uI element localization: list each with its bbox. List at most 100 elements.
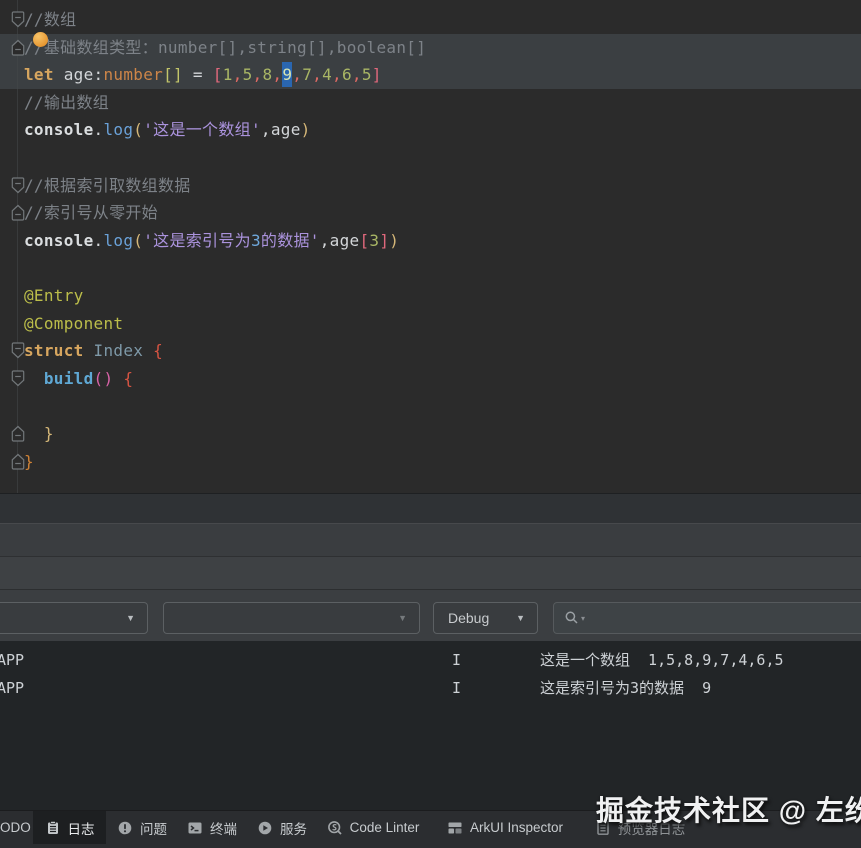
- code-line[interactable]: //索引号从零开始: [24, 199, 854, 227]
- code-line[interactable]: [24, 254, 854, 282]
- code-token: ,: [272, 65, 283, 85]
- editor-bottom-strip: [0, 493, 861, 523]
- gutter-divider: [17, 0, 18, 493]
- code-token: build: [43, 368, 94, 388]
- code-token: //根据索引取数组数据: [24, 175, 191, 195]
- code-token: 7: [302, 65, 313, 85]
- code-token: log: [103, 230, 134, 250]
- code-token: }: [43, 423, 54, 443]
- code-token: ): [389, 230, 400, 250]
- log-search-input[interactable]: ▾: [553, 602, 861, 634]
- fold-marker-down-icon[interactable]: [11, 342, 25, 359]
- code-token: 8: [262, 65, 273, 85]
- fold-marker-up-icon[interactable]: [11, 204, 25, 221]
- code-line[interactable]: console.log('这是一个数组',age): [24, 116, 854, 144]
- process-dropdown[interactable]: ▼: [163, 602, 420, 634]
- code-token: [: [359, 230, 370, 250]
- fold-marker-down-icon[interactable]: [11, 11, 25, 28]
- code-line[interactable]: let age:number[] = [1,5,8,9,7,4,6,5]: [24, 61, 854, 89]
- terminal-icon: [188, 822, 202, 833]
- code-line[interactable]: [24, 144, 854, 172]
- chevron-down-icon: ▼: [516, 613, 525, 623]
- log-tag: APP: [0, 679, 25, 697]
- tool-window-header-strip: [0, 523, 861, 556]
- code-token: []: [163, 65, 183, 85]
- device-dropdown[interactable]: ▼: [0, 602, 148, 634]
- code-token: age: [329, 230, 360, 250]
- code-line[interactable]: }: [24, 420, 854, 448]
- log-icon: [47, 820, 58, 834]
- watermark-text: 掘金技术社区 @ 左纷: [596, 795, 861, 826]
- code-token: 5: [242, 65, 253, 85]
- code-token: //索引号从零开始: [24, 203, 158, 223]
- code-token: ,: [252, 65, 263, 85]
- code-line[interactable]: [24, 392, 854, 420]
- breakpoint-icon[interactable]: [33, 32, 48, 47]
- code-token: ,: [260, 120, 271, 140]
- chevron-down-icon: ▼: [126, 613, 135, 623]
- code-token: number: [103, 65, 164, 85]
- code-line[interactable]: struct Index {: [24, 337, 854, 365]
- code-token: .: [93, 230, 104, 250]
- tab-code-linter[interactable]: Code Linter: [322, 811, 424, 844]
- code-line[interactable]: @Entry: [24, 282, 854, 310]
- tab-todo-partial[interactable]: ODO: [0, 811, 31, 844]
- code-line[interactable]: //基础数组类型：number[],string[],boolean[]: [24, 34, 854, 62]
- code-token: .: [93, 120, 104, 140]
- log-row[interactable]: APP I 这是索引号为3的数据 9: [0, 676, 861, 700]
- code-line[interactable]: }: [24, 448, 854, 476]
- code-token: ,: [312, 65, 323, 85]
- exclamation-circle-icon: [118, 821, 132, 834]
- code-token: 的数据': [260, 230, 320, 250]
- tab-services[interactable]: 服务: [252, 811, 312, 844]
- fold-marker-down-icon[interactable]: [11, 370, 25, 387]
- chevron-down-icon: ▼: [398, 613, 407, 623]
- code-token: (: [133, 230, 144, 250]
- fold-marker-up-icon[interactable]: [11, 39, 25, 56]
- code-token: log: [103, 120, 134, 140]
- log-console[interactable]: APP I 这是一个数组 1,5,8,9,7,4,6,5 APP I 这是索引号…: [0, 641, 861, 810]
- code-token: ): [300, 120, 311, 140]
- code-token: Index: [93, 341, 144, 361]
- tab-label: 服务: [280, 821, 307, 837]
- code-token: //基础数组类型：number[],string[],boolean[]: [24, 37, 427, 57]
- code-line[interactable]: //输出数组: [24, 89, 854, 117]
- log-level: I: [452, 651, 462, 669]
- log-toolbar: ▼ ▼ Debug ▼ ▾: [0, 589, 861, 641]
- code-token: ,: [319, 230, 330, 250]
- tab-label: 问题: [140, 821, 167, 837]
- tab-label: 日志: [67, 821, 95, 837]
- tab-terminal[interactable]: 终端: [182, 811, 242, 844]
- search-icon: [565, 611, 578, 624]
- code-editor[interactable]: //数组 //基础数组类型：number[],string[],boolean[]…: [0, 0, 861, 493]
- code-token: ,: [351, 65, 362, 85]
- fold-marker-down-icon[interactable]: [11, 176, 25, 194]
- code-token: 1: [222, 65, 233, 85]
- code-line[interactable]: build() {: [24, 365, 854, 393]
- code-token: {: [123, 368, 134, 388]
- tab-log[interactable]: 日志: [33, 811, 106, 844]
- code-line[interactable]: @Component: [24, 310, 854, 338]
- log-row[interactable]: APP I 这是一个数组 1,5,8,9,7,4,6,5: [0, 648, 861, 672]
- code-token: '这是一个数组': [143, 120, 261, 140]
- fold-marker-up-icon[interactable]: [11, 425, 25, 442]
- code-token: @Component: [24, 313, 124, 333]
- code-line[interactable]: //根据索引取数组数据: [24, 172, 854, 200]
- log-message: 这是索引号为3的数据 9: [540, 679, 712, 697]
- fold-marker-up-icon[interactable]: [11, 453, 25, 470]
- log-level-dropdown[interactable]: Debug ▼: [433, 602, 538, 634]
- code-line[interactable]: //数组: [24, 6, 854, 34]
- code-token: 3: [250, 230, 261, 250]
- search-history-chevron-icon[interactable]: ▾: [581, 614, 585, 623]
- code-line[interactable]: console.log('这是索引号为3的数据',age[3]): [24, 227, 854, 255]
- tab-arkui-inspector[interactable]: ArkUI Inspector: [438, 811, 572, 844]
- code-linter-icon: [327, 820, 342, 835]
- code-token: ,: [292, 65, 303, 85]
- code-token: struct: [24, 341, 84, 361]
- code-token: {: [153, 341, 164, 361]
- code-token: 3: [369, 230, 380, 250]
- code-token: ]: [379, 230, 390, 250]
- tab-problems[interactable]: 问题: [112, 811, 172, 844]
